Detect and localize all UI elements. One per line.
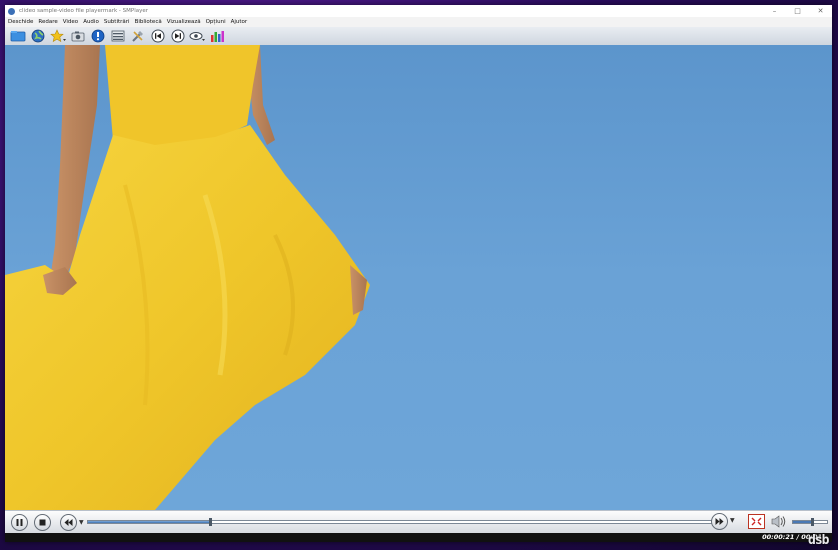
previous-icon[interactable]: [149, 29, 166, 44]
forward-button[interactable]: [711, 513, 728, 530]
window-controls: – □ ✕: [763, 5, 832, 17]
volume-handle[interactable]: [810, 518, 814, 526]
close-button[interactable]: ✕: [809, 5, 832, 17]
status-bar: 00:00:21 / 00:01: [5, 533, 832, 542]
menu-view[interactable]: Vizualizează: [167, 19, 201, 25]
eye-view-icon[interactable]: [189, 29, 206, 44]
tools-icon[interactable]: [129, 29, 146, 44]
app-icon: [8, 7, 15, 15]
volume-slider[interactable]: [792, 518, 828, 526]
menu-open[interactable]: Deschide: [8, 19, 33, 25]
smplayer-window: clideo sample-video file playermark - SM…: [5, 5, 832, 542]
watermark-logo: dsb: [808, 533, 830, 548]
info-icon[interactable]: [89, 29, 106, 44]
menu-options[interactable]: Opțiuni: [206, 19, 226, 25]
minimize-button[interactable]: –: [763, 5, 786, 17]
menu-library[interactable]: Bibliotecă: [135, 19, 162, 25]
playlist-icon[interactable]: [109, 29, 126, 44]
playback-control-bar: ▼ ▼: [5, 510, 832, 533]
volume-level-fill: [793, 521, 812, 523]
open-file-icon[interactable]: [9, 29, 26, 44]
next-icon[interactable]: [169, 29, 186, 44]
menu-bar: Deschide Redare Video Audio Subtitrări B…: [5, 17, 832, 27]
screenshot-camera-icon[interactable]: [69, 29, 86, 44]
seek-handle[interactable]: [209, 518, 213, 526]
video-frame-image: [5, 45, 370, 510]
favorites-star-icon[interactable]: [49, 29, 66, 44]
title-bar: clideo sample-video file playermark - SM…: [5, 5, 832, 17]
menu-play[interactable]: Redare: [38, 19, 57, 25]
maximize-button[interactable]: □: [786, 5, 809, 17]
rewind-button[interactable]: [60, 513, 77, 531]
rewind-menu-arrow-icon[interactable]: ▼: [79, 519, 84, 526]
speaker-icon[interactable]: [771, 514, 787, 533]
seek-bar[interactable]: [87, 518, 715, 526]
menu-subtitles[interactable]: Subtitrări: [104, 19, 130, 25]
forward-menu-arrow-icon[interactable]: ▼: [730, 517, 735, 524]
seek-progress-fill: [88, 521, 211, 523]
equalizer-icon[interactable]: [209, 29, 226, 44]
menu-help[interactable]: Ajutor: [231, 19, 248, 25]
stop-button[interactable]: [34, 513, 51, 531]
pause-button[interactable]: [11, 513, 28, 531]
menu-video[interactable]: Video: [63, 19, 78, 25]
toolbar: [5, 27, 832, 46]
globe-icon[interactable]: [29, 29, 46, 44]
window-title: clideo sample-video file playermark - SM…: [19, 8, 148, 14]
fullscreen-icon[interactable]: [748, 514, 765, 529]
video-area[interactable]: [5, 45, 832, 510]
menu-audio[interactable]: Audio: [83, 19, 99, 25]
